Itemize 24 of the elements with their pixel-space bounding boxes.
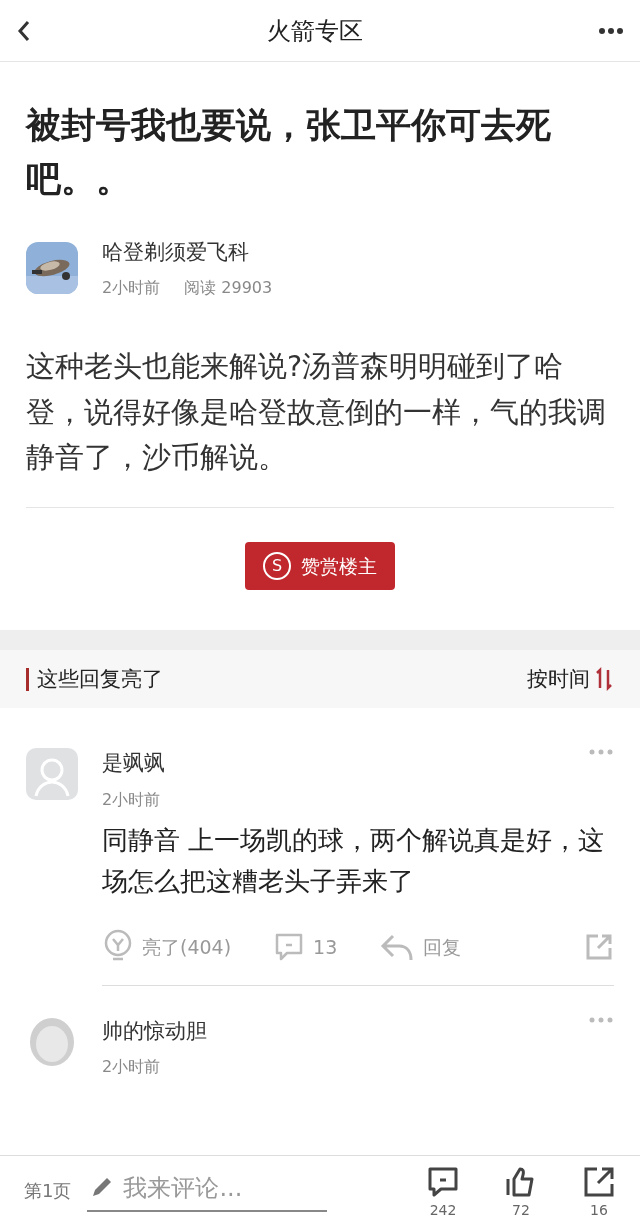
reply-time: 2小时前 [102,1056,162,1079]
post-title: 被封号我也要说，张卫平你可去死吧。。 [24,104,552,202]
author-name[interactable]: 哈登剃须爱飞科 [102,236,273,268]
user-name[interactable]: 是飒飒 [102,748,165,780]
comment-field[interactable]: 我来评论... [87,1169,328,1212]
page-title: 火箭专区 [267,15,363,47]
reply-time: 2小时前 [102,788,162,811]
section-title: 这些回复亮了 [26,667,163,691]
post-time: 2小时前 [102,277,161,299]
like-count: 72 [512,1202,530,1217]
coin-icon: S [263,552,291,581]
read-count: 阅读 29903 [184,277,273,299]
page-number: 第1页 [24,1179,72,1203]
share-count: 16 [590,1202,608,1217]
more-icon[interactable] [598,26,624,35]
comment-count: 242 [429,1202,457,1217]
reward-button[interactable]: S 赞赏楼主 [245,541,395,591]
back-icon[interactable] [16,18,32,43]
post-body: 这种老头也能来解说?汤普森明明碰到了哈登，说得好像是哈登故意倒的一样，气的我调静音了，沙币解说。 [25,349,607,477]
user-name[interactable]: 帅的惊动胆 [102,1015,207,1048]
sort-button[interactable]: 按时间 [527,663,590,696]
avatar-icon[interactable] [26,748,78,801]
sort-icon[interactable] [594,666,614,693]
reply-text: 同静音 上一场凯的球，两个解说真是好，这场怎么把这糟老头子弄来了 [102,823,606,899]
